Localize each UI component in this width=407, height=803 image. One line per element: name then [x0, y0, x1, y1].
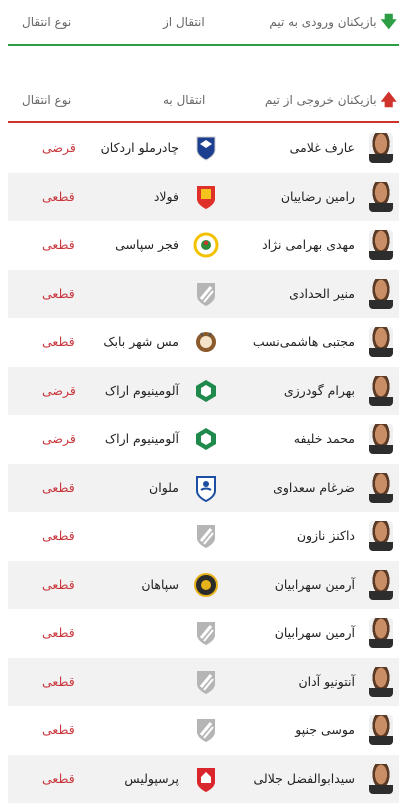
- incoming-col-from: انتقال از: [163, 15, 205, 29]
- club-name[interactable]: فولاد: [8, 173, 179, 221]
- arrow-up-icon: 🡅: [381, 92, 397, 108]
- table-row[interactable]: محمد خلیفه آلومینیوم اراکقرضی: [8, 415, 399, 464]
- incoming-col-type: نوع انتقال: [22, 15, 71, 29]
- transfer-type: قطعی: [42, 658, 75, 706]
- sepahan-logo[interactable]: [192, 571, 220, 599]
- outgoing-divider: [8, 121, 399, 123]
- transfer-type: قطعی: [42, 706, 75, 754]
- player-avatar: [369, 667, 393, 697]
- player-avatar: [369, 230, 393, 260]
- outgoing-col-type: نوع انتقال: [22, 93, 71, 107]
- player-avatar: [369, 764, 393, 794]
- player-name[interactable]: منیر الحدادی: [289, 270, 355, 318]
- foolad-logo[interactable]: [192, 183, 220, 211]
- placeholder-shield-icon[interactable]: [192, 522, 220, 550]
- outgoing-players-list: عارف غلامیچادرملو اردکانقرضیرامین رضاییا…: [8, 124, 399, 803]
- chadormalu-logo[interactable]: [192, 134, 220, 162]
- player-avatar: [369, 424, 393, 454]
- transfer-type: قرضی: [42, 415, 76, 463]
- player-avatar: [369, 715, 393, 745]
- transfer-type: قطعی: [42, 609, 75, 657]
- table-row[interactable]: مهدی بهرامی نژاد فجر سپاسیقطعی: [8, 221, 399, 270]
- table-row[interactable]: رامین رضاییان فولادقطعی: [8, 173, 399, 222]
- table-row[interactable]: آرمین سهرابیان سپاهانقطعی: [8, 561, 399, 610]
- table-row[interactable]: سیدابوالفضل جلالی پرسپولیسقطعی: [8, 755, 399, 803]
- player-avatar: [369, 376, 393, 406]
- player-avatar: [369, 182, 393, 212]
- incoming-header: 🡇 بازیکنان ورودی به تیم انتقال از نوع ان…: [8, 2, 399, 42]
- club-name[interactable]: پرسپولیس: [8, 755, 179, 803]
- arrow-down-icon: 🡇: [381, 14, 397, 30]
- aluminium-arak-logo[interactable]: [192, 377, 220, 405]
- player-name[interactable]: آنتونیو آدان: [298, 658, 355, 706]
- persepolis-logo[interactable]: [192, 765, 220, 793]
- club-name[interactable]: فجر سپاسی: [8, 221, 179, 269]
- transfer-type: قطعی: [42, 512, 75, 560]
- table-row[interactable]: ضرغام سعداوی ملوانقطعی: [8, 464, 399, 513]
- player-avatar: [369, 327, 393, 357]
- player-name[interactable]: سیدابوالفضل جلالی: [253, 755, 355, 803]
- table-row[interactable]: آنتونیو آدان قطعی: [8, 658, 399, 707]
- player-avatar: [369, 521, 393, 551]
- placeholder-shield-icon[interactable]: [192, 716, 220, 744]
- player-name[interactable]: داکنز نازون: [297, 512, 355, 560]
- aluminium-arak-logo[interactable]: [192, 425, 220, 453]
- player-name[interactable]: آرمین سهرابیان: [275, 609, 355, 657]
- player-name[interactable]: بهرام گودرزی: [284, 367, 355, 415]
- club-name[interactable]: آلومینیوم اراک: [8, 415, 179, 463]
- transfer-type: قطعی: [42, 270, 75, 318]
- table-row[interactable]: موسی جنپو قطعی: [8, 706, 399, 755]
- table-row[interactable]: منیر الحدادی قطعی: [8, 270, 399, 319]
- placeholder-shield-icon[interactable]: [192, 619, 220, 647]
- player-avatar: [369, 570, 393, 600]
- transfer-type: قطعی: [42, 561, 75, 609]
- player-name[interactable]: مجتبی هاشمی‌نسب: [253, 318, 355, 366]
- incoming-title-group[interactable]: 🡇 بازیکنان ورودی به تیم: [269, 14, 397, 30]
- mes-shahr-babak-logo[interactable]: [192, 328, 220, 356]
- table-row[interactable]: داکنز نازون قطعی: [8, 512, 399, 561]
- transfer-type: قطعی: [42, 755, 75, 803]
- player-avatar: [369, 133, 393, 163]
- outgoing-title: بازیکنان خروجی از تیم: [265, 93, 377, 107]
- placeholder-shield-icon[interactable]: [192, 668, 220, 696]
- player-name[interactable]: رامین رضاییان: [281, 173, 355, 221]
- transfer-type: قطعی: [42, 464, 75, 512]
- club-name[interactable]: چادرملو اردکان: [8, 124, 179, 172]
- table-row[interactable]: بهرام گودرزی آلومینیوم اراکقرضی: [8, 367, 399, 416]
- player-name[interactable]: موسی جنپو: [295, 706, 355, 754]
- fajr-sepasi-logo[interactable]: [192, 231, 220, 259]
- transfer-type: قرضی: [42, 124, 76, 172]
- player-avatar: [369, 473, 393, 503]
- outgoing-col-to: انتقال به: [163, 93, 205, 107]
- table-row[interactable]: عارف غلامی چادرملو اردکانقرضی: [8, 124, 399, 173]
- player-avatar: [369, 618, 393, 648]
- transfer-type: قطعی: [42, 318, 75, 366]
- transfer-type: قطعی: [42, 221, 75, 269]
- player-name[interactable]: ضرغام سعداوی: [273, 464, 355, 512]
- player-name[interactable]: محمد خلیفه: [294, 415, 355, 463]
- malavan-logo[interactable]: [192, 474, 220, 502]
- incoming-title: بازیکنان ورودی به تیم: [269, 15, 376, 29]
- outgoing-header: 🡅 بازیکنان خروجی از تیم انتقال به نوع ان…: [8, 80, 399, 120]
- player-avatar: [369, 279, 393, 309]
- transfer-type: قرضی: [42, 367, 76, 415]
- player-name[interactable]: مهدی بهرامی نژاد: [262, 221, 355, 269]
- player-name[interactable]: آرمین سهرابیان: [275, 561, 355, 609]
- incoming-divider: [8, 44, 399, 46]
- placeholder-shield-icon[interactable]: [192, 280, 220, 308]
- outgoing-title-group[interactable]: 🡅 بازیکنان خروجی از تیم: [265, 92, 397, 108]
- transfer-type: قطعی: [42, 173, 75, 221]
- club-name[interactable]: سپاهان: [8, 561, 179, 609]
- table-row[interactable]: مجتبی هاشمی‌نسب مس شهر بابکقطعی: [8, 318, 399, 367]
- club-name[interactable]: ملوان: [8, 464, 179, 512]
- table-row[interactable]: آرمین سهرابیان قطعی: [8, 609, 399, 658]
- player-name[interactable]: عارف غلامی: [290, 124, 355, 172]
- club-name[interactable]: مس شهر بابک: [8, 318, 179, 366]
- club-name[interactable]: آلومینیوم اراک: [8, 367, 179, 415]
